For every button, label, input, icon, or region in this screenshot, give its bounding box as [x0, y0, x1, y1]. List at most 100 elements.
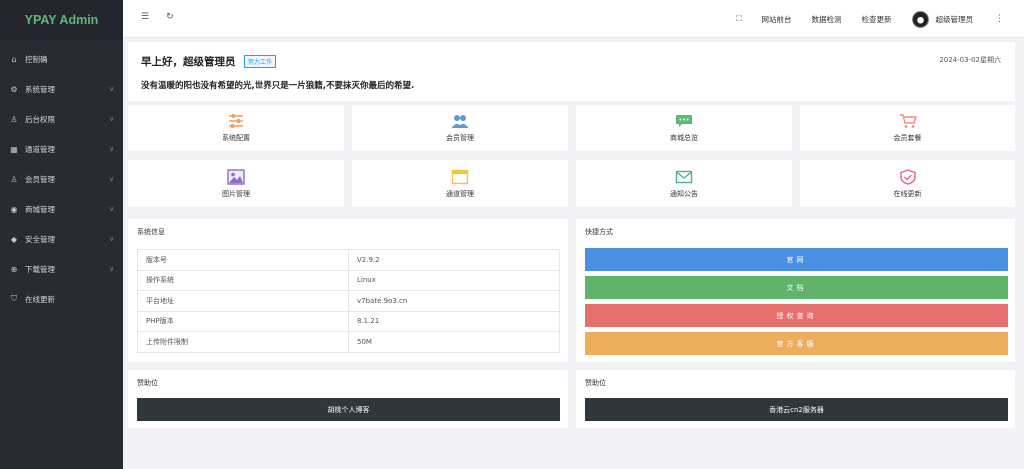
tile-label: 通道管理 [446, 189, 474, 198]
brand-logo[interactable]: YPAY Admin [0, 0, 123, 40]
table-key: 上传附件限制 [137, 331, 349, 353]
table-row: PHP版本 8.1.21 [137, 310, 560, 332]
table-key: 操作系统 [137, 269, 349, 291]
system-info-card: 系统信息 版本号 V2.9.2 操作系统 Linux 平台地址 v7bate.9o3.… [128, 219, 568, 362]
chevron-down-icon: ∨ [109, 175, 114, 183]
sidebar-item-label: 系统管理 [25, 84, 55, 94]
sidebar-item-update[interactable]: ⛉ 在线更新 [0, 284, 123, 314]
sidebar-item-label: 安全管理 [25, 234, 55, 244]
sidebar-item-label: 商城管理 [25, 204, 55, 214]
tile-online-update[interactable]: 在线更新 [800, 160, 1015, 207]
chevron-down-icon: ∨ [109, 85, 114, 93]
panel-title: 赞助位 [137, 379, 158, 387]
avatar[interactable] [911, 10, 929, 28]
sidebar-nav: ⌂ 控制确 ⚙ 系统管理 ∨ ♙ 后台权限 ∨ ▦ 通道管理 ∨ ♙ 会员管理 ∨ ◉ 商城管理 ∨ … [0, 40, 123, 314]
table-value: 50M [348, 331, 560, 353]
license-query-button[interactable]: 授权查询 [585, 304, 1008, 327]
sidebar-item-members[interactable]: ♙ 会员管理 ∨ [0, 164, 123, 194]
sponsor-card-left: 赞助位 胡桃个人博客 [128, 370, 568, 428]
table-row: 平台地址 v7bate.9o3.cn [137, 290, 560, 312]
welcome-card: 早上好，超级管理员 努力工作 2024-03-02星期六 没有温暖的阳也没有希望… [128, 42, 1015, 101]
support-button[interactable]: 官方客服 [585, 332, 1008, 355]
system-info-table: 版本号 V2.9.2 操作系统 Linux 平台地址 v7bate.9o3.cn PH… [137, 249, 560, 353]
users-icon [451, 115, 469, 128]
tile-label: 系统配置 [222, 134, 250, 142]
tile-label: 通知公告 [670, 189, 698, 198]
sidebar-item-permissions[interactable]: ♙ 后台权限 ∨ [0, 104, 123, 134]
home-icon: ⌂ [11, 54, 17, 64]
shield-check-icon [899, 168, 916, 185]
tile-system-config[interactable]: 系统配置 [128, 105, 344, 151]
table-row: 版本号 V2.9.2 [137, 249, 560, 271]
tile-label: 在线更新 [893, 189, 922, 198]
menu-toggle-icon[interactable]: ☰ [141, 12, 149, 22]
user-icon: ♙ [10, 174, 18, 184]
chevron-down-icon: ∨ [109, 115, 114, 123]
table-value: Linux [348, 269, 560, 291]
top-header: ☰ ↻ ⛶ 网站前台 数据检测 检查更新 超级管理员 ⋮ [123, 0, 1024, 38]
tile-label: 图片管理 [222, 189, 250, 198]
user-icon: ♙ [10, 114, 18, 124]
chat-icon [676, 115, 692, 127]
panel-title: 赞助位 [585, 379, 606, 387]
table-key: 版本号 [137, 249, 349, 271]
table-row: 操作系统 Linux [137, 269, 560, 291]
sponsor-card-right: 赞助位 香港云cn2服务器 [576, 370, 1015, 428]
shield-icon: ⛉ [11, 294, 17, 303]
tile-label: 会员套餐 [893, 134, 922, 142]
mail-icon [675, 170, 693, 183]
tile-label: 会员管理 [446, 134, 474, 142]
table-value: 8.1.21 [348, 310, 560, 332]
table-key: 平台地址 [137, 290, 349, 312]
grid-icon: ▦ [10, 144, 18, 154]
sponsor-button[interactable]: 香港云cn2服务器 [585, 398, 1008, 421]
table-value: V2.9.2 [348, 249, 560, 271]
sidebar: YPAY Admin ⌂ 控制确 ⚙ 系统管理 ∨ ♙ 后台权限 ∨ ▦ 通道管理 ∨ ♙ 会员… [0, 0, 123, 469]
tile-image-management[interactable]: 图片管理 [128, 160, 344, 207]
tile-members[interactable]: 会员管理 [352, 105, 568, 151]
header-link-frontend[interactable]: 网站前台 [762, 14, 792, 25]
chevron-down-icon: ∨ [109, 205, 114, 213]
tile-label: 商城总览 [670, 134, 698, 142]
fullscreen-icon[interactable]: ⛶ [736, 14, 741, 24]
image-icon [227, 168, 245, 185]
chevron-down-icon: ∨ [109, 265, 114, 273]
refresh-icon[interactable]: ↻ [166, 12, 174, 22]
sidebar-item-downloads[interactable]: ⊕ 下载管理 ∨ [0, 254, 123, 284]
sidebar-item-label: 控制确 [25, 54, 48, 64]
sidebar-item-shop[interactable]: ◉ 商城管理 ∨ [0, 194, 123, 224]
panel-title: 系统信息 [137, 228, 165, 236]
sidebar-item-label: 在线更新 [25, 294, 55, 304]
sidebar-item-label: 后台权限 [25, 114, 55, 124]
greeting-text: 早上好，超级管理员 [141, 56, 236, 68]
sidebar-item-label: 下载管理 [25, 264, 55, 274]
gear-icon: ⚙ [10, 84, 18, 94]
table-row: 上传附件限制 50M [137, 331, 560, 353]
website-button[interactable]: 官网 [585, 248, 1008, 271]
docs-button[interactable]: 文档 [585, 276, 1008, 299]
sidebar-item-security[interactable]: ◆ 安全管理 ∨ [0, 224, 123, 254]
shortcuts-card: 快捷方式 官网 文档 授权查询 官方客服 [576, 219, 1015, 362]
sidebar-item-channels[interactable]: ▦ 通道管理 ∨ [0, 134, 123, 164]
header-link-check-update[interactable]: 检查更新 [862, 14, 892, 25]
chevron-down-icon: ∨ [109, 235, 114, 243]
sliders-icon [229, 114, 243, 128]
tile-channel-management[interactable]: 通道管理 [352, 160, 568, 207]
chevron-down-icon: ∨ [109, 145, 114, 153]
sidebar-item-system[interactable]: ⚙ 系统管理 ∨ [0, 74, 123, 104]
cart-icon [899, 114, 917, 128]
panel-title: 快捷方式 [585, 228, 613, 236]
sidebar-item-label: 通道管理 [25, 144, 55, 154]
tile-shop-overview[interactable]: 商城总览 [576, 105, 792, 151]
header-link-data-check[interactable]: 数据检测 [812, 14, 842, 25]
diamond-icon: ◆ [10, 234, 18, 244]
status-badge: 努力工作 [244, 55, 277, 68]
sidebar-item-dashboard[interactable]: ⌂ 控制确 [0, 44, 123, 74]
sidebar-item-label: 会员管理 [25, 174, 55, 184]
tile-member-plans[interactable]: 会员套餐 [800, 105, 1015, 151]
tile-notices[interactable]: 通知公告 [576, 160, 792, 207]
username[interactable]: 超级管理员 [936, 14, 974, 25]
date-text: 2024-03-02星期六 [939, 56, 1001, 64]
more-icon[interactable]: ⋮ [995, 14, 1004, 24]
sponsor-button[interactable]: 胡桃个人博客 [137, 398, 560, 421]
